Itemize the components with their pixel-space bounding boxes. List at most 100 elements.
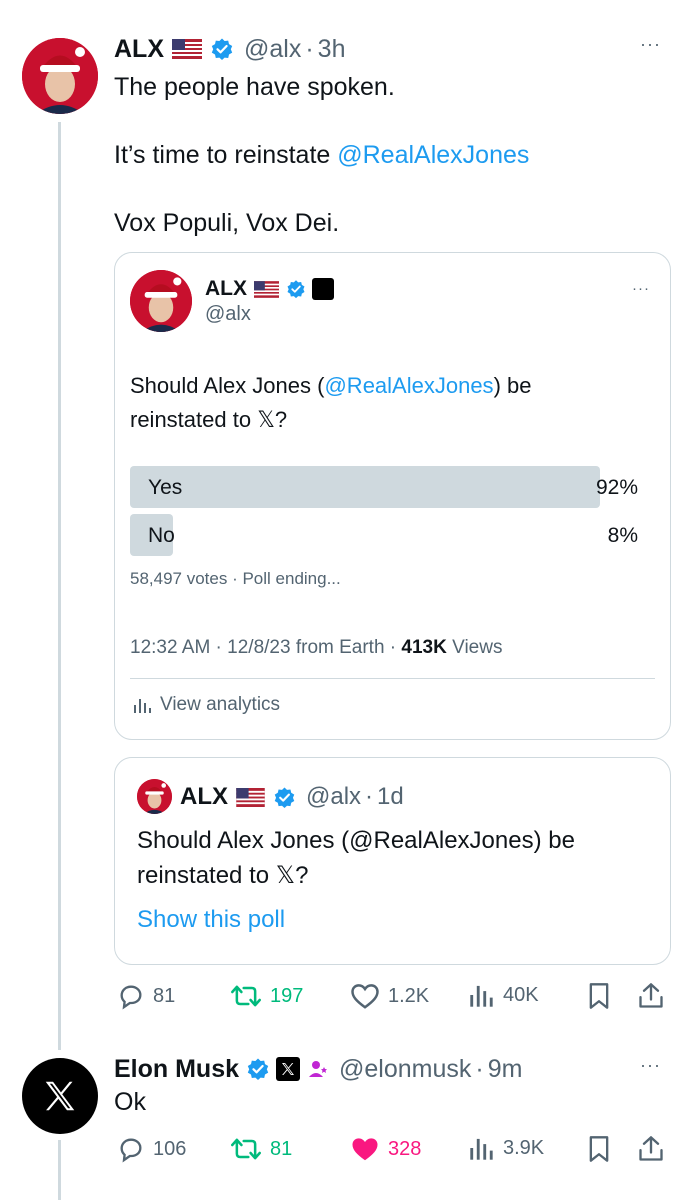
mention-link[interactable]: @RealAlexJones [337, 141, 529, 169]
poll-option-yes-percent: 92% [595, 476, 638, 499]
quote-author-name[interactable]: ALX [205, 277, 247, 301]
show-poll-link[interactable]: Show this poll [137, 906, 285, 934]
verified-badge-icon[interactable] [246, 1057, 270, 1081]
bookmark-icon [589, 1136, 609, 1162]
separator-dot: · [227, 569, 243, 588]
reply-time[interactable]: 9m [488, 1055, 523, 1084]
reply-text: Ok [114, 1088, 146, 1116]
quote-timestamp: 12:32 AM · 12/8/23 from Earth · 413K Vie… [130, 637, 502, 659]
more-options-icon[interactable]: ··· [640, 34, 661, 55]
tweet-line-1: The people have spoken. [114, 73, 395, 101]
views-count: 40K [503, 983, 539, 1006]
us-flag-icon [254, 280, 279, 298]
bookmark-button[interactable] [587, 982, 611, 1010]
quote2-text-line-1: Should Alex Jones (@RealAlexJones) be [137, 827, 575, 854]
reply-retweet-count: 81 [270, 1137, 293, 1160]
heart-icon [351, 984, 379, 1009]
retweet-count: 197 [270, 984, 304, 1007]
reply-reply-button[interactable]: 106 [117, 1135, 186, 1163]
tweet-time[interactable]: 3h [318, 35, 346, 64]
tweet-text: The people have spoken. It’s time to rei… [114, 70, 654, 240]
tweet-line-2-text: It’s time to reinstate [114, 141, 338, 169]
us-flag-icon [236, 787, 265, 807]
separator-dot: · [365, 783, 374, 810]
like-button[interactable]: 1.2K [350, 982, 429, 1010]
view-analytics-label: View analytics [160, 694, 281, 715]
quote-text-line-2: reinstated to 𝕏? [130, 407, 288, 432]
quote2-author-handle[interactable]: @alx [306, 783, 361, 811]
poll-summary: 58,497 votes · Poll ending... [130, 569, 341, 589]
quote-author-avatar[interactable] [130, 270, 192, 332]
bookmark-icon [589, 983, 609, 1009]
view-analytics-link[interactable]: View analytics [132, 694, 280, 716]
quote-more-options-icon[interactable]: ··· [632, 280, 650, 297]
author-handle[interactable]: @alx [244, 35, 301, 64]
reply-reply-count: 106 [153, 1137, 187, 1160]
tweet-header: ALX @alx · 3h [114, 32, 345, 66]
quote-divider [130, 678, 655, 679]
quote-text-prefix: Should Alex Jones ( [130, 373, 325, 398]
reply-author-handle[interactable]: @elonmusk [339, 1055, 471, 1084]
quote2-author-name[interactable]: ALX [180, 783, 228, 811]
separator-dot: · [305, 34, 314, 63]
quote-mention-link[interactable]: @RealAlexJones [324, 373, 493, 398]
views-button[interactable]: 40K [469, 982, 539, 1008]
reply-button[interactable]: 81 [117, 982, 175, 1010]
quote2-text: Should Alex Jones (@RealAlexJones) be re… [137, 823, 575, 893]
reply-views-button[interactable]: 3.9K [469, 1135, 544, 1161]
reply-like-button[interactable]: 328 [350, 1135, 421, 1163]
quote2-text-line-2: reinstated to 𝕏? [137, 862, 309, 889]
reply-count: 81 [153, 984, 176, 1007]
reply-header: Elon Musk @elonmusk · 9m [114, 1052, 522, 1086]
author-name[interactable]: ALX [114, 35, 164, 64]
person-badge-icon [306, 1057, 330, 1081]
thread-line-bottom [58, 1140, 61, 1200]
author-avatar[interactable] [22, 38, 98, 114]
analytics-icon [134, 699, 151, 713]
views-icon [470, 985, 493, 1007]
poll-option-yes-label: Yes [148, 476, 183, 499]
reply-author-avatar[interactable] [22, 1058, 98, 1134]
tweet-line-2: It’s time to reinstate @RealAlexJones [114, 138, 654, 172]
x-affiliate-badge-icon[interactable] [276, 1057, 301, 1081]
verified-badge-icon[interactable] [210, 37, 234, 61]
reply-icon [120, 985, 142, 1010]
separator-dot: · [475, 1054, 484, 1083]
reply-retweet-button[interactable]: 81 [230, 1135, 292, 1163]
share-button[interactable] [638, 982, 664, 1010]
reply-author-name[interactable]: Elon Musk [114, 1055, 239, 1084]
views-count: 413K [401, 637, 447, 658]
reply-icon [120, 1138, 142, 1163]
heart-filled-icon [352, 1138, 378, 1161]
quote-author-handle[interactable]: @alx [205, 303, 251, 326]
retweet-icon [231, 1138, 261, 1160]
timestamp-text[interactable]: 12:32 AM · 12/8/23 from Earth · [130, 637, 401, 658]
retweet-button[interactable]: 197 [230, 982, 303, 1010]
reply-bookmark-button[interactable] [587, 1135, 611, 1163]
us-flag-icon [172, 39, 202, 59]
reply-more-options-icon[interactable]: ··· [640, 1055, 661, 1076]
share-icon [639, 983, 663, 1008]
share-icon [639, 1136, 663, 1161]
views-label: Views [446, 637, 503, 658]
x-logo-icon [45, 1081, 75, 1111]
quote-text-line-1: Should Alex Jones (@RealAlexJones) be [130, 369, 650, 403]
poll-option-no-percent: 8% [607, 524, 638, 547]
quote2-time[interactable]: 1d [377, 783, 404, 811]
verified-badge-icon[interactable] [286, 279, 306, 299]
reply-share-button[interactable] [638, 1135, 664, 1163]
quote2-header: ALX @alx · 1d [180, 782, 404, 812]
quote-text: Should Alex Jones (@RealAlexJones) be re… [130, 369, 650, 437]
verified-badge-icon[interactable] [273, 786, 296, 809]
retweet-icon [231, 985, 261, 1007]
poll-votes: 58,497 votes [130, 569, 228, 588]
quote-header: ALX [205, 276, 334, 302]
like-count: 1.2K [388, 984, 430, 1007]
reply-like-count: 328 [388, 1137, 422, 1160]
poll-bar-yes [130, 466, 600, 508]
affiliate-badge-icon[interactable] [312, 278, 334, 300]
tweet-line-3: Vox Populi, Vox Dei. [114, 209, 340, 237]
views-icon [470, 1138, 493, 1160]
quote-text-suffix: ) be [493, 373, 532, 398]
quote2-author-avatar[interactable] [137, 779, 172, 814]
